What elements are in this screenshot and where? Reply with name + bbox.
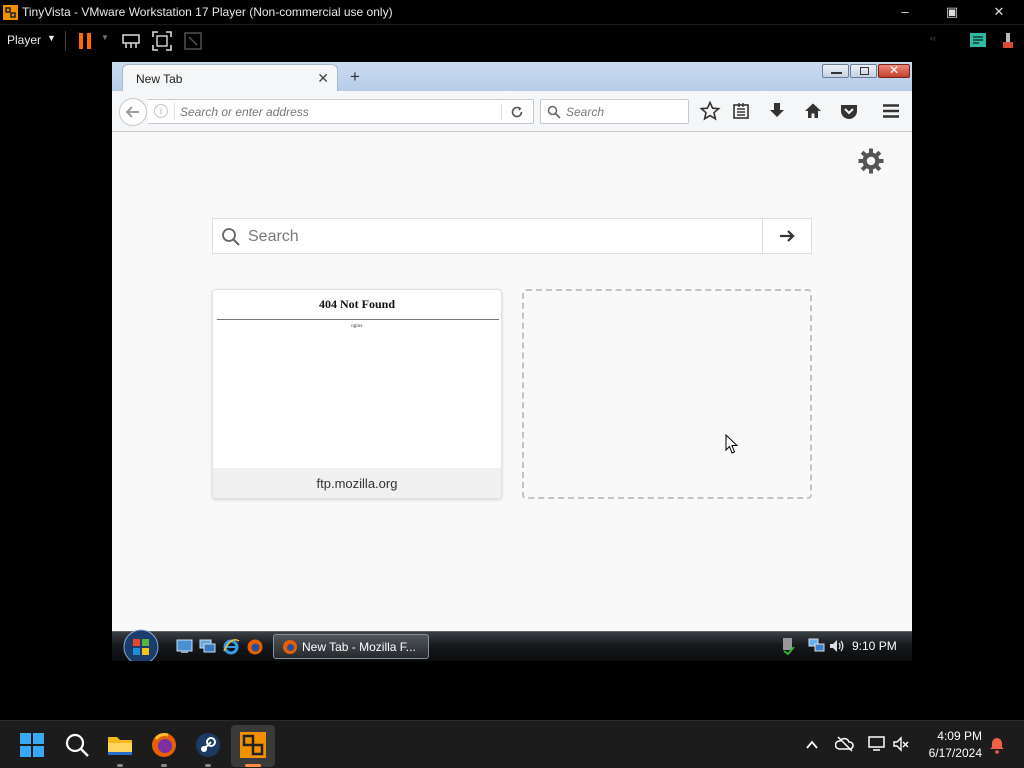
- download-icon[interactable]: [766, 100, 788, 122]
- switch-windows-icon[interactable]: [199, 639, 216, 654]
- taskbar-button-label: New Tab - Mozilla F...: [302, 640, 416, 654]
- firefox-icon: [283, 640, 297, 654]
- tile-thumbnail-footer: nginx: [351, 324, 363, 329]
- active-indicator: [245, 764, 261, 767]
- toolbar-divider: [65, 31, 66, 51]
- top-site-tile[interactable]: 404 Not Found nginx ftp.mozilla.org: [212, 289, 502, 499]
- onedrive-offline-icon[interactable]: [835, 735, 855, 753]
- windows11-taskbar: 4:09 PM 6/17/2024: [0, 720, 1024, 768]
- star-icon[interactable]: [699, 100, 721, 122]
- guest-screen: New Tab ✕ + ✕ i Search or enter address: [112, 62, 912, 661]
- vista-start-orb-icon[interactable]: [121, 629, 161, 661]
- tile-caption: ftp.mozilla.org: [213, 468, 501, 498]
- start-icon[interactable]: [16, 729, 48, 761]
- home-icon[interactable]: [802, 100, 824, 122]
- network-icon[interactable]: [808, 638, 826, 654]
- firefox-tabstrip: New Tab ✕ + ✕: [112, 62, 912, 92]
- tile-thumbnail-title: 404 Not Found: [318, 297, 395, 311]
- search-icon: [547, 105, 561, 119]
- maximize-button[interactable]: ▣: [937, 2, 967, 22]
- taskbar-button-firefox[interactable]: New Tab - Mozilla F...: [273, 634, 429, 659]
- show-desktop-icon[interactable]: [176, 639, 193, 654]
- volume-icon[interactable]: [828, 638, 844, 654]
- vista-clock[interactable]: 9:10 PM: [852, 639, 897, 653]
- firefox-navbar: i Search or enter address Search: [112, 91, 912, 132]
- file-explorer-icon[interactable]: [104, 729, 136, 761]
- back-button[interactable]: [119, 98, 147, 126]
- back-arrow-icon: [125, 106, 139, 118]
- clock-date[interactable]: 6/17/2024: [920, 746, 982, 760]
- player-menu[interactable]: Player ▼: [0, 28, 60, 52]
- send-ctrl-alt-del-icon[interactable]: [120, 30, 142, 52]
- address-placeholder: Search or enter address: [180, 105, 309, 119]
- firefox-icon[interactable]: [246, 638, 264, 656]
- vmware-titlebar: TinyVista - VMware Workstation 17 Player…: [0, 0, 1024, 24]
- internet-explorer-icon[interactable]: [222, 638, 240, 656]
- thumbnail-divider: [217, 319, 499, 320]
- close-tab-icon[interactable]: ✕: [317, 70, 329, 87]
- notification-bell-icon[interactable]: [988, 736, 1006, 754]
- running-indicator: [161, 764, 167, 767]
- fullscreen-icon[interactable]: [151, 30, 173, 52]
- vista-taskbar: New Tab - Mozilla F... 9:10 PM: [112, 629, 912, 661]
- search-bar[interactable]: Search: [540, 99, 689, 124]
- address-bar[interactable]: i Search or enter address: [148, 99, 534, 124]
- firefox-icon[interactable]: [148, 729, 180, 761]
- message-log-icon[interactable]: [967, 30, 989, 52]
- running-indicator: [205, 764, 211, 767]
- pause-icon[interactable]: [74, 30, 96, 52]
- esc-indicator: ‹‹: [930, 33, 936, 43]
- guest-restore-button[interactable]: [850, 64, 877, 78]
- search-placeholder: Search: [566, 105, 605, 119]
- vmware-logo-icon: [3, 5, 18, 20]
- unity-icon: [184, 32, 202, 50]
- reload-icon[interactable]: [509, 104, 525, 120]
- volume-muted-icon[interactable]: [892, 735, 910, 753]
- pause-dropdown-icon[interactable]: ▼: [101, 33, 109, 42]
- close-button[interactable]: ✕: [984, 2, 1014, 22]
- window-title: TinyVista - VMware Workstation 17 Player…: [22, 5, 393, 19]
- vmware-icon[interactable]: [237, 729, 269, 761]
- minimize-button[interactable]: –: [890, 2, 920, 22]
- guest-minimize-button[interactable]: [822, 64, 849, 78]
- player-menu-label: Player: [7, 33, 42, 47]
- vmware-toolbar: Player ▼ ▼ ‹‹: [0, 24, 1024, 55]
- newtab-search-placeholder: Search: [248, 228, 299, 245]
- steam-icon[interactable]: [192, 729, 224, 761]
- arrow-right-icon: [780, 230, 795, 242]
- chevron-up-icon[interactable]: [804, 737, 820, 753]
- newtab-search-input[interactable]: Search: [212, 218, 812, 254]
- network-icon[interactable]: [867, 735, 887, 753]
- search-go-button[interactable]: [762, 218, 812, 254]
- search-icon: [222, 228, 240, 246]
- mouse-cursor-icon: [725, 434, 739, 454]
- removable-device-icon[interactable]: [997, 30, 1019, 52]
- pocket-icon[interactable]: [838, 100, 860, 122]
- running-indicator: [117, 764, 123, 767]
- tab-title: New Tab: [136, 72, 183, 86]
- menu-icon[interactable]: [880, 100, 902, 122]
- clock-time[interactable]: 4:09 PM: [930, 729, 982, 743]
- safely-remove-hardware-icon[interactable]: [780, 637, 796, 655]
- guest-close-button[interactable]: ✕: [878, 63, 910, 78]
- reading-list-icon[interactable]: [730, 100, 752, 122]
- search-icon[interactable]: [61, 729, 93, 761]
- info-icon[interactable]: i: [154, 104, 168, 118]
- gear-icon[interactable]: [858, 148, 884, 174]
- tab-new-tab[interactable]: New Tab ✕: [122, 64, 338, 92]
- new-tab-button[interactable]: +: [346, 67, 364, 87]
- chevron-down-icon: ▼: [47, 33, 56, 43]
- empty-tile-placeholder[interactable]: [522, 289, 812, 499]
